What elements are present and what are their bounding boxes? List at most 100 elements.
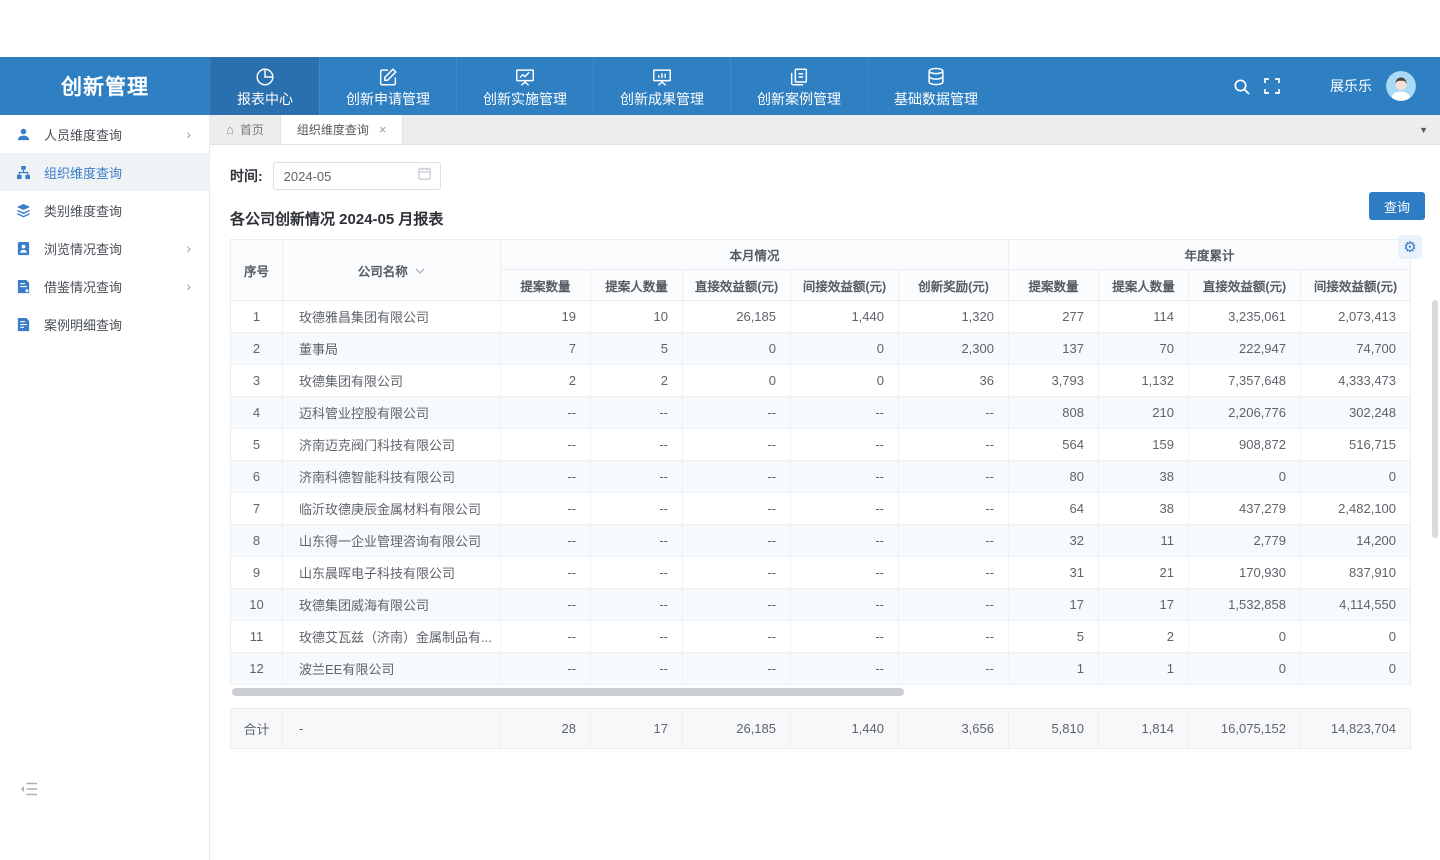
presentation-line-icon	[514, 66, 536, 88]
year-value: 3,793	[1009, 365, 1099, 397]
app-title: 创新管理	[0, 57, 210, 115]
company-name: 临沂玫德庚辰金属材料有限公司	[283, 493, 501, 525]
nav-item-report-center[interactable]: 报表中心	[210, 57, 319, 115]
vertical-scrollbar-thumb[interactable]	[1432, 300, 1438, 538]
chevron-right-icon: ›	[186, 126, 191, 142]
row-index: 3	[231, 365, 283, 397]
query-button[interactable]: 查询	[1369, 192, 1425, 220]
month-value: 1,440	[791, 301, 899, 333]
user-name[interactable]: 展乐乐	[1330, 76, 1372, 96]
month-value: 2	[591, 365, 683, 397]
month-value: --	[591, 461, 683, 493]
summary-value: 1,440	[791, 709, 899, 749]
horizontal-scrollbar-thumb[interactable]	[232, 688, 904, 696]
fullscreen-icon[interactable]	[1264, 78, 1280, 94]
year-value: 38	[1099, 493, 1189, 525]
sidebar-item-browse-status-query[interactable]: 浏览情况查询 ›	[0, 229, 209, 267]
month-value: --	[683, 589, 791, 621]
sidebar-item-label: 人员维度查询	[44, 125, 186, 144]
month-value: --	[899, 493, 1009, 525]
year-value: 1,132	[1099, 365, 1189, 397]
doc-star-icon	[14, 279, 32, 294]
row-index: 9	[231, 557, 283, 589]
sidebar-item-person-dimension-query[interactable]: 人员维度查询 ›	[0, 115, 209, 153]
month-value: 0	[791, 333, 899, 365]
search-icon[interactable]	[1233, 78, 1250, 95]
month-value: --	[683, 621, 791, 653]
sidebar-item-label: 组织维度查询	[44, 163, 195, 182]
year-value: 516,715	[1301, 429, 1411, 461]
time-picker-input[interactable]: 2024-05	[273, 162, 441, 190]
year-value: 837,910	[1301, 557, 1411, 589]
month-value: 0	[683, 333, 791, 365]
sidebar-item-category-dimension-query[interactable]: 类别维度查询	[0, 191, 209, 229]
sidebar-item-case-detail-query[interactable]: 案例明细查询	[0, 305, 209, 343]
gear-icon[interactable]: ⚙	[1398, 235, 1422, 259]
year-value: 31	[1009, 557, 1099, 589]
year-value: 1	[1099, 653, 1189, 685]
year-value: 0	[1301, 653, 1411, 685]
month-value: 7	[501, 333, 591, 365]
tab-home[interactable]: ⌂ 首页	[210, 115, 281, 144]
nav-item-innovation-results[interactable]: 创新成果管理	[593, 57, 730, 115]
sidebar-item-reference-status-query[interactable]: 借鉴情况查询 ›	[0, 267, 209, 305]
month-value: --	[501, 461, 591, 493]
year-value: 159	[1099, 429, 1189, 461]
report-title-row: 各公司创新情况 2024-05 月报表	[230, 208, 1410, 229]
tab-org-dimension-query[interactable]: 组织维度查询 ×	[281, 115, 404, 144]
column-header-label: 公司名称	[358, 265, 408, 279]
tab-label: 首页	[240, 121, 264, 138]
company-name: 玫德艾瓦兹（济南）金属制品有...	[283, 621, 501, 653]
nav-item-innovation-application[interactable]: 创新申请管理	[319, 57, 456, 115]
column-header: 提案数量	[1009, 270, 1099, 301]
column-header-company[interactable]: 公司名称	[283, 240, 501, 301]
column-header: 提案人数量	[591, 270, 683, 301]
company-name: 济南迈克阀门科技有限公司	[283, 429, 501, 461]
nav-item-innovation-cases[interactable]: 创新案例管理	[730, 57, 867, 115]
org-chart-icon	[14, 165, 32, 180]
month-value: --	[501, 621, 591, 653]
table-summary-row: 合计 - 28 17 26,185 1,440 3,656 5,810 1,81…	[230, 708, 1411, 749]
chevron-down-icon	[415, 264, 425, 278]
calendar-icon	[417, 166, 432, 186]
table-row: 10玫德集团威海有限公司----------17171,532,8584,114…	[231, 589, 1411, 621]
month-value: --	[791, 653, 899, 685]
table-row: 12波兰EE有限公司----------1100	[231, 653, 1411, 685]
table-row: 5济南迈克阀门科技有限公司----------564159908,872516,…	[231, 429, 1411, 461]
tabs-dropdown-caret-icon[interactable]: ▼	[1419, 115, 1428, 145]
month-value: 36	[899, 365, 1009, 397]
column-header: 直接效益额(元)	[1189, 270, 1301, 301]
row-index: 4	[231, 397, 283, 429]
year-value: 222,947	[1189, 333, 1301, 365]
summary-value: 1,814	[1099, 709, 1189, 749]
column-group-year-total: 年度累计	[1009, 240, 1411, 270]
collapse-sidebar-icon[interactable]	[20, 781, 38, 802]
company-name: 迈科管业控股有限公司	[283, 397, 501, 429]
nav-item-label: 创新申请管理	[346, 91, 430, 107]
avatar[interactable]	[1386, 71, 1416, 101]
year-value: 70	[1099, 333, 1189, 365]
month-value: --	[899, 621, 1009, 653]
month-value: --	[791, 621, 899, 653]
close-icon[interactable]: ×	[379, 122, 387, 137]
year-value: 3,235,061	[1189, 301, 1301, 333]
report-title: 各公司创新情况 2024-05 月报表	[230, 208, 443, 229]
table-row: 1玫德雅昌集团有限公司191026,1851,4401,3202771143,2…	[231, 301, 1411, 333]
column-header: 创新奖励(元)	[899, 270, 1009, 301]
nav-item-base-data[interactable]: 基础数据管理	[867, 57, 1004, 115]
sidebar-item-label: 浏览情况查询	[44, 239, 186, 258]
year-value: 32	[1009, 525, 1099, 557]
sidebar-item-org-dimension-query[interactable]: 组织维度查询	[0, 153, 209, 191]
year-value: 64	[1009, 493, 1099, 525]
nav-item-innovation-implementation[interactable]: 创新实施管理	[456, 57, 593, 115]
year-value: 17	[1099, 589, 1189, 621]
row-index: 10	[231, 589, 283, 621]
horizontal-scrollbar[interactable]	[230, 687, 1410, 697]
month-value: --	[501, 525, 591, 557]
tab-bar: ⌂ 首页 组织维度查询 × ▼	[210, 115, 1440, 145]
top-navigation: 报表中心 创新申请管理 创新实施管理 创新成果管理 创新案例管理	[210, 57, 1004, 115]
year-value: 1,532,858	[1189, 589, 1301, 621]
column-header-index: 序号	[231, 240, 283, 301]
table-row: 3玫德集团有限公司2200363,7931,1327,357,6484,333,…	[231, 365, 1411, 397]
summary-value: 3,656	[899, 709, 1009, 749]
